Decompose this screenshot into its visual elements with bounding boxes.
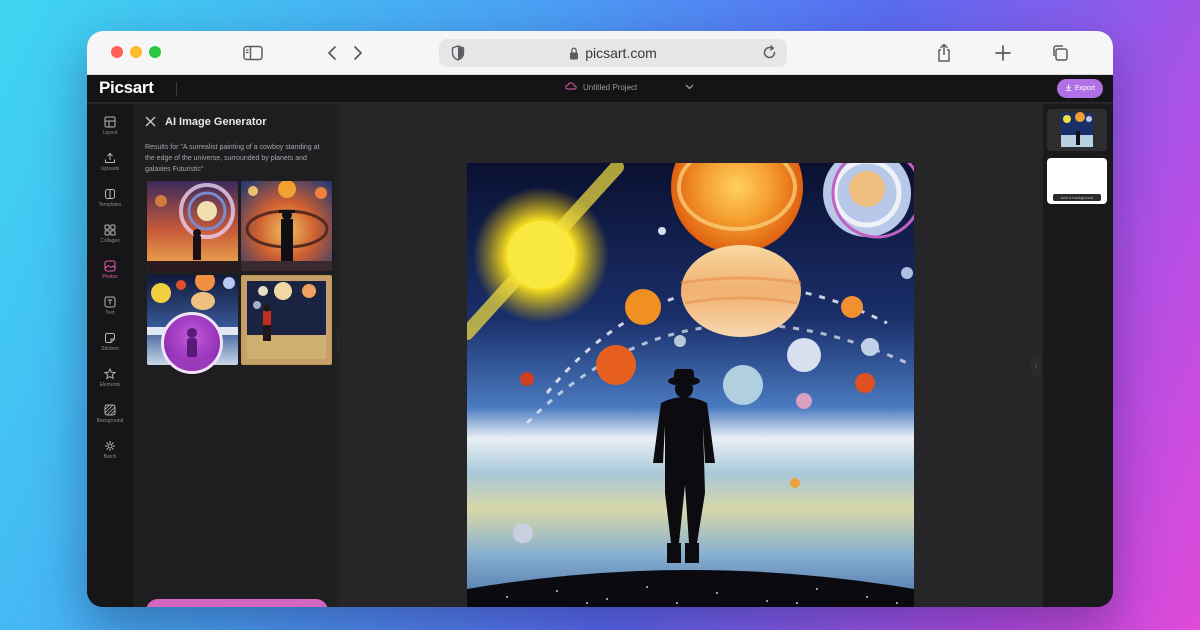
generate-images-button[interactable]: Generate images <box>146 599 328 607</box>
templates-icon <box>105 189 115 199</box>
nav-label: Batch <box>103 454 117 460</box>
nav-item-background[interactable]: Background <box>87 402 133 432</box>
layer-caption: Add a background <box>1053 194 1101 201</box>
address-bar[interactable]: picsart.com <box>439 39 787 67</box>
nav-item-templates[interactable]: Templates <box>87 186 133 216</box>
upload-icon <box>105 152 115 163</box>
nav-item-layout[interactable]: Layout <box>87 114 133 144</box>
nav-item-stickers[interactable]: Stickers <box>87 330 133 360</box>
share-icon[interactable] <box>933 41 955 65</box>
nav-label: Elements <box>99 382 121 388</box>
layer-thumbnail-background[interactable]: Add a background <box>1047 158 1107 204</box>
background-icon <box>104 404 116 416</box>
avatar <box>161 312 223 374</box>
layout-icon <box>104 116 116 128</box>
star-icon <box>104 368 116 380</box>
prompt-description: Results for "A surrealist painting of a … <box>145 144 320 173</box>
nav-item-text[interactable]: Text <box>87 294 133 324</box>
project-selector[interactable]: Untitled Project <box>565 82 694 92</box>
divider <box>176 82 177 96</box>
minimize-window-button[interactable] <box>130 46 142 58</box>
app-topbar: Picsart Untitled Project Export <box>87 75 1113 103</box>
close-window-button[interactable] <box>111 46 123 58</box>
collapse-right-panel-button[interactable]: › <box>1031 355 1041 377</box>
left-toolbar: Layout Uploads Templates Collages Photos… <box>87 104 133 607</box>
project-name: Untitled Project <box>583 82 638 92</box>
generated-image-1[interactable] <box>147 181 238 271</box>
sidebar-icon[interactable] <box>242 41 264 65</box>
shield-icon[interactable] <box>451 45 465 64</box>
export-label: Export <box>1074 85 1096 92</box>
nav-item-uploads[interactable]: Uploads <box>87 150 133 180</box>
url-text: picsart.com <box>585 45 657 61</box>
layers-panel: Add a background <box>1043 104 1113 607</box>
sticker-icon <box>105 333 115 343</box>
canvas-image[interactable] <box>467 163 914 607</box>
nav-label: Collages <box>100 238 120 244</box>
nav-item-collages[interactable]: Collages <box>87 222 133 252</box>
browser-toolbar: picsart.com <box>87 31 1113 75</box>
back-icon[interactable] <box>323 41 341 65</box>
generated-image-4-selected[interactable] <box>241 275 332 365</box>
layer-thumbnail-image[interactable] <box>1047 109 1107 151</box>
browser-window: picsart.com Picsart Untitled Project Exp… <box>87 31 1113 607</box>
download-icon <box>1065 84 1072 93</box>
generated-image-2[interactable] <box>241 181 332 271</box>
lock-icon <box>569 47 579 60</box>
canvas-area <box>339 104 1043 607</box>
nav-item-batch[interactable]: Batch <box>87 438 133 468</box>
close-icon[interactable] <box>145 114 156 132</box>
picsart-app: Picsart Untitled Project Export Layout U… <box>87 75 1113 607</box>
picsart-logo[interactable]: Picsart <box>99 78 154 98</box>
nav-label: Photos <box>102 274 118 280</box>
nav-label: Templates <box>98 202 122 208</box>
chevron-down-icon[interactable] <box>685 83 694 92</box>
batch-icon <box>105 441 115 451</box>
nav-label: Layout <box>102 130 118 136</box>
ai-generator-panel: AI Image Generator Results for "A surrea… <box>133 104 335 607</box>
tabs-icon[interactable] <box>1049 41 1071 65</box>
plus-icon[interactable] <box>992 41 1014 65</box>
nav-label: Text <box>105 310 115 316</box>
nav-item-elements[interactable]: Elements <box>87 366 133 396</box>
collage-icon <box>104 224 116 236</box>
reload-icon[interactable] <box>762 45 777 63</box>
nav-label: Uploads <box>100 166 120 172</box>
cloud-icon <box>565 82 577 92</box>
export-button[interactable]: Export <box>1057 79 1103 98</box>
photos-icon <box>104 260 116 272</box>
panel-title: AI Image Generator <box>165 116 267 128</box>
nav-label: Background <box>96 418 124 424</box>
forward-icon[interactable] <box>349 41 367 65</box>
nav-item-photos[interactable]: Photos <box>87 258 133 288</box>
nav-label: Stickers <box>101 346 119 352</box>
zoom-window-button[interactable] <box>149 46 161 58</box>
text-icon <box>104 296 116 308</box>
